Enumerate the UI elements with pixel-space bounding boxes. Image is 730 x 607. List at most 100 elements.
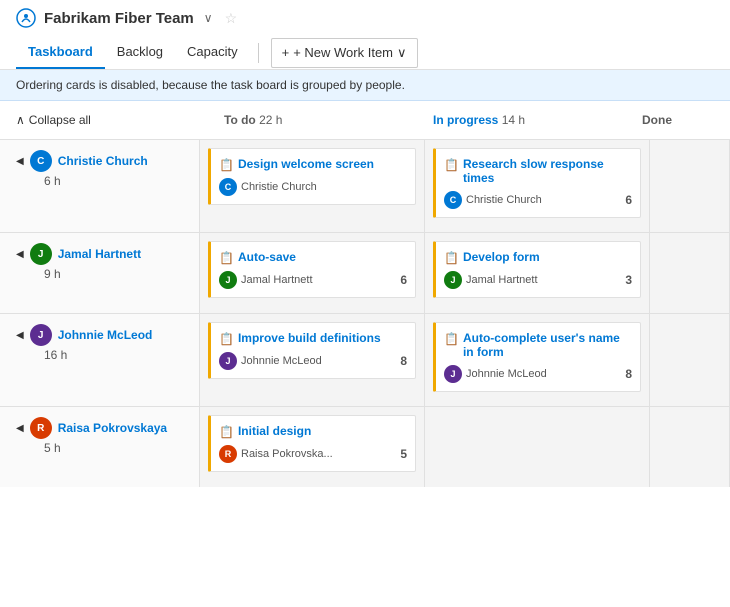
person-section-christie: ◀ C Christie Church 6 h 📋 Design welcome… — [0, 139, 730, 232]
tab-taskboard[interactable]: Taskboard — [16, 36, 105, 69]
card-research-slow[interactable]: 📋 Research slow response times C Christi… — [433, 148, 641, 218]
person-name-jamal[interactable]: Jamal Hartnett — [58, 247, 141, 261]
card-person-jamal-todo: J Jamal Hartnett — [219, 271, 313, 289]
card-title-initial-design: 📋 Initial design — [219, 424, 407, 439]
info-bar: Ordering cards is disabled, because the … — [0, 70, 730, 101]
task-icon-autocomplete: 📋 — [444, 332, 459, 346]
col-inprogress-johnnie: 📋 Auto-complete user's name in form J Jo… — [425, 314, 650, 406]
avatar-raisa-todo: R — [219, 445, 237, 463]
avatar-johnnie: J — [30, 324, 52, 346]
top-bar: Fabrikam Fiber Team ∨ ☆ — [0, 0, 730, 36]
columns-header: To do 22 h In progress 14 h Done — [216, 109, 714, 131]
card-title-research-slow: 📋 Research slow response times — [444, 157, 632, 185]
collapse-arrow-jamal[interactable]: ◀ — [16, 249, 24, 260]
person-header-raisa: ◀ R Raisa Pokrovskaya — [16, 417, 183, 439]
person-columns-raisa: 📋 Initial design R Raisa Pokrovska... 5 — [200, 407, 730, 487]
card-hours-initial-design: 5 — [400, 447, 407, 461]
person-info-johnnie: ◀ J Johnnie McLeod 16 h — [0, 314, 200, 406]
new-work-item-button[interactable]: + + New Work Item ∨ — [271, 38, 418, 68]
card-footer-design-welcome: C Christie Church — [219, 178, 407, 196]
card-footer-develop-form: J Jamal Hartnett 3 — [444, 271, 632, 289]
card-initial-design[interactable]: 📋 Initial design R Raisa Pokrovska... 5 — [208, 415, 416, 472]
collapse-arrow-johnnie[interactable]: ◀ — [16, 330, 24, 341]
collapse-all-button[interactable]: ∧ Collapse all — [16, 113, 216, 127]
person-hours-christie: 6 h — [44, 174, 183, 188]
task-icon: 📋 — [219, 158, 234, 172]
collapse-arrow-raisa[interactable]: ◀ — [16, 423, 24, 434]
col-done-jamal — [650, 233, 730, 313]
card-improve-build[interactable]: 📋 Improve build definitions J Johnnie Mc… — [208, 322, 416, 379]
collapse-up-icon: ∧ — [16, 113, 25, 127]
avatar-christie-todo: C — [219, 178, 237, 196]
board-header: ∧ Collapse all To do 22 h In progress 14… — [0, 101, 730, 139]
col-header-done: Done — [634, 109, 714, 131]
person-name-raisa[interactable]: Raisa Pokrovskaya — [58, 421, 167, 435]
card-title-autosave: 📋 Auto-save — [219, 250, 407, 265]
col-header-todo: To do 22 h — [216, 109, 425, 131]
col-inprogress-raisa — [425, 407, 650, 487]
person-section-johnnie: ◀ J Johnnie McLeod 16 h 📋 Improve build … — [0, 313, 730, 406]
task-icon-improve-build: 📋 — [219, 332, 234, 346]
card-footer-autocomplete-name: J Johnnie McLeod 8 — [444, 365, 632, 383]
avatar-christie: C — [30, 150, 52, 172]
avatar-christie-inprogress: C — [444, 191, 462, 209]
card-person-christie-todo: C Christie Church — [219, 178, 317, 196]
card-person-johnnie-todo: J Johnnie McLeod — [219, 352, 322, 370]
card-hours-autosave: 6 — [400, 273, 407, 287]
col-todo-jamal: 📋 Auto-save J Jamal Hartnett 6 — [200, 233, 425, 313]
col-done-raisa — [650, 407, 730, 487]
task-icon-autosave: 📋 — [219, 251, 234, 265]
new-work-item-dropdown-icon[interactable]: ∨ — [397, 45, 407, 61]
avatar-jamal-inprogress: J — [444, 271, 462, 289]
card-title-design-welcome: 📋 Design welcome screen — [219, 157, 407, 172]
person-info-christie: ◀ C Christie Church 6 h — [0, 140, 200, 232]
card-title-autocomplete-name: 📋 Auto-complete user's name in form — [444, 331, 632, 359]
person-section-jamal: ◀ J Jamal Hartnett 9 h 📋 Auto-save — [0, 232, 730, 313]
task-icon-develop-form: 📋 — [444, 251, 459, 265]
team-dropdown-icon[interactable]: ∨ — [204, 11, 213, 25]
person-name-christie[interactable]: Christie Church — [58, 154, 148, 168]
tab-backlog[interactable]: Backlog — [105, 36, 175, 69]
collapse-arrow-christie[interactable]: ◀ — [16, 156, 24, 167]
person-hours-jamal: 9 h — [44, 267, 183, 281]
avatar-johnnie-inprogress: J — [444, 365, 462, 383]
col-todo-johnnie: 📋 Improve build definitions J Johnnie Mc… — [200, 314, 425, 406]
col-done-johnnie — [650, 314, 730, 406]
new-work-item-label: + New Work Item — [293, 45, 393, 60]
nav-divider — [258, 43, 259, 63]
card-autosave[interactable]: 📋 Auto-save J Jamal Hartnett 6 — [208, 241, 416, 298]
card-develop-form[interactable]: 📋 Develop form J Jamal Hartnett 3 — [433, 241, 641, 298]
favorite-star-icon[interactable]: ☆ — [225, 10, 238, 27]
tab-capacity[interactable]: Capacity — [175, 36, 250, 69]
card-hours-research: 6 — [625, 193, 632, 207]
card-footer-autosave: J Jamal Hartnett 6 — [219, 271, 407, 289]
card-design-welcome[interactable]: 📋 Design welcome screen C Christie Churc… — [208, 148, 416, 205]
col-done-christie — [650, 140, 730, 232]
person-columns-jamal: 📋 Auto-save J Jamal Hartnett 6 — [200, 233, 730, 313]
card-autocomplete-name[interactable]: 📋 Auto-complete user's name in form J Jo… — [433, 322, 641, 392]
col-todo-christie: 📋 Design welcome screen C Christie Churc… — [200, 140, 425, 232]
card-footer-initial-design: R Raisa Pokrovska... 5 — [219, 445, 407, 463]
card-person-johnnie-inprogress: J Johnnie McLeod — [444, 365, 547, 383]
person-header-jamal: ◀ J Jamal Hartnett — [16, 243, 183, 265]
card-hours-improve-build: 8 — [400, 354, 407, 368]
plus-icon: + — [282, 45, 290, 60]
avatar-raisa: R — [30, 417, 52, 439]
person-header-johnnie: ◀ J Johnnie McLeod — [16, 324, 183, 346]
card-person-raisa-todo: R Raisa Pokrovska... — [219, 445, 333, 463]
team-name: Fabrikam Fiber Team — [44, 10, 194, 27]
card-title-improve-build: 📋 Improve build definitions — [219, 331, 407, 346]
card-hours-autocomplete: 8 — [625, 367, 632, 381]
person-hours-johnnie: 16 h — [44, 348, 183, 362]
card-title-develop-form: 📋 Develop form — [444, 250, 632, 265]
person-info-raisa: ◀ R Raisa Pokrovskaya 5 h — [0, 407, 200, 487]
avatar-jamal: J — [30, 243, 52, 265]
card-person-jamal-inprogress: J Jamal Hartnett — [444, 271, 538, 289]
card-hours-develop-form: 3 — [625, 273, 632, 287]
col-todo-raisa: 📋 Initial design R Raisa Pokrovska... 5 — [200, 407, 425, 487]
person-name-johnnie[interactable]: Johnnie McLeod — [58, 328, 153, 342]
col-header-inprogress: In progress 14 h — [425, 109, 634, 131]
team-icon — [16, 8, 36, 28]
nav-bar: Taskboard Backlog Capacity + + New Work … — [0, 36, 730, 70]
col-inprogress-jamal: 📋 Develop form J Jamal Hartnett 3 — [425, 233, 650, 313]
